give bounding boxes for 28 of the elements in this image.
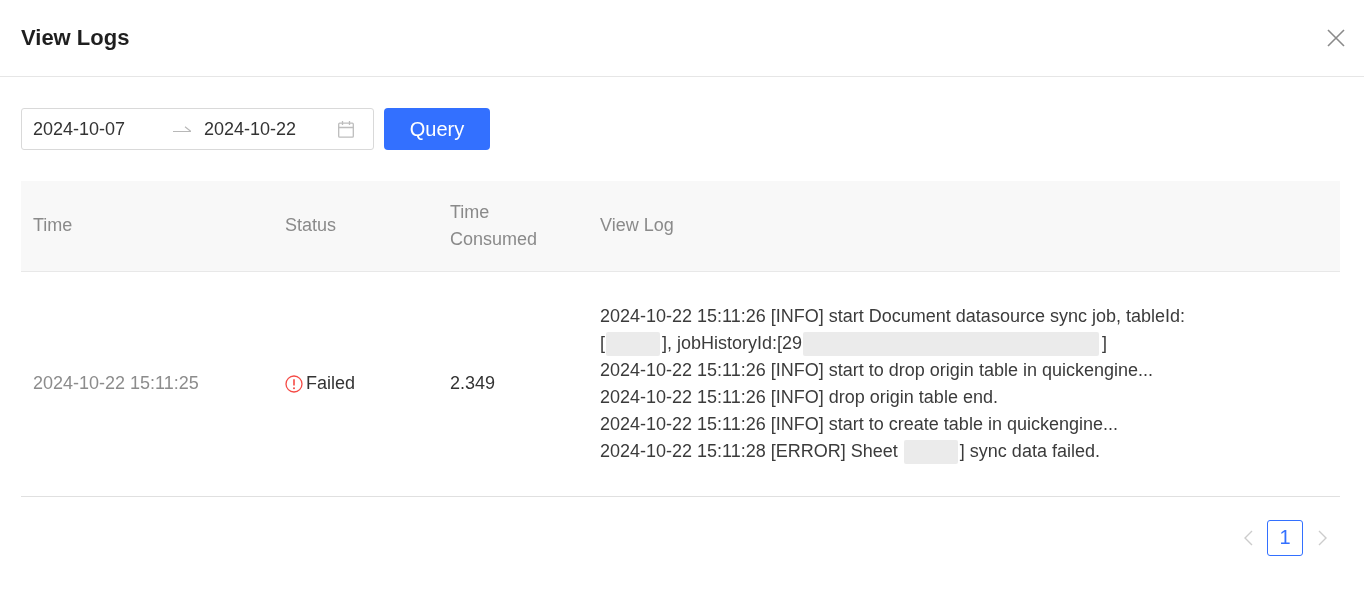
status-text: Failed — [306, 372, 356, 395]
log-text: ] — [1102, 332, 1108, 353]
start-date-field[interactable]: 2024-10-07 — [33, 117, 173, 141]
column-header: Time — [21, 181, 273, 271]
log-text: 2024-10-22 15:11:26 [INFO] drop origin table end. — [600, 386, 998, 407]
log-text: 2024-10-22 15:11:28 [ERROR] Sheet — [600, 440, 899, 461]
calendar-icon — [338, 120, 354, 138]
date-range-picker[interactable]: 2024-10-07 2024-10-22 — [21, 108, 374, 150]
query-button[interactable]: Query — [384, 108, 490, 150]
log-text: ], jobHistoryId:[29 — [662, 332, 803, 353]
chevron-left-icon — [1243, 529, 1253, 546]
log-text: ] sync data failed. — [959, 440, 1100, 461]
log-text: 2024-10-22 15:11:26 [INFO] start to create table in quickengine... — [600, 413, 1118, 434]
column-header: View Log — [588, 181, 1340, 271]
log-text: 2024-10-22 15:11:26 [INFO] start to drop origin table in quickengine... — [600, 359, 1153, 380]
page-button[interactable]: 1 — [1267, 519, 1303, 556]
close-icon — [1327, 29, 1345, 47]
alert-icon — [285, 374, 303, 393]
end-date-field[interactable]: 2024-10-22 — [204, 117, 297, 141]
dialog-title: View Logs — [21, 24, 130, 52]
time-consumed-value: 2.349 — [450, 373, 496, 393]
log-text: [ — [600, 332, 605, 353]
column-header: Status — [273, 181, 438, 271]
chevron-right-icon — [1317, 529, 1327, 546]
log-time: 2024-10-22 15:11:25 — [33, 373, 199, 393]
close-button[interactable] — [1327, 29, 1345, 47]
column-header: Time Consumed — [438, 181, 588, 271]
log-text: 2024-10-22 15:11:26 [INFO] start Document datasource sync job, tableId: — [600, 305, 1185, 326]
